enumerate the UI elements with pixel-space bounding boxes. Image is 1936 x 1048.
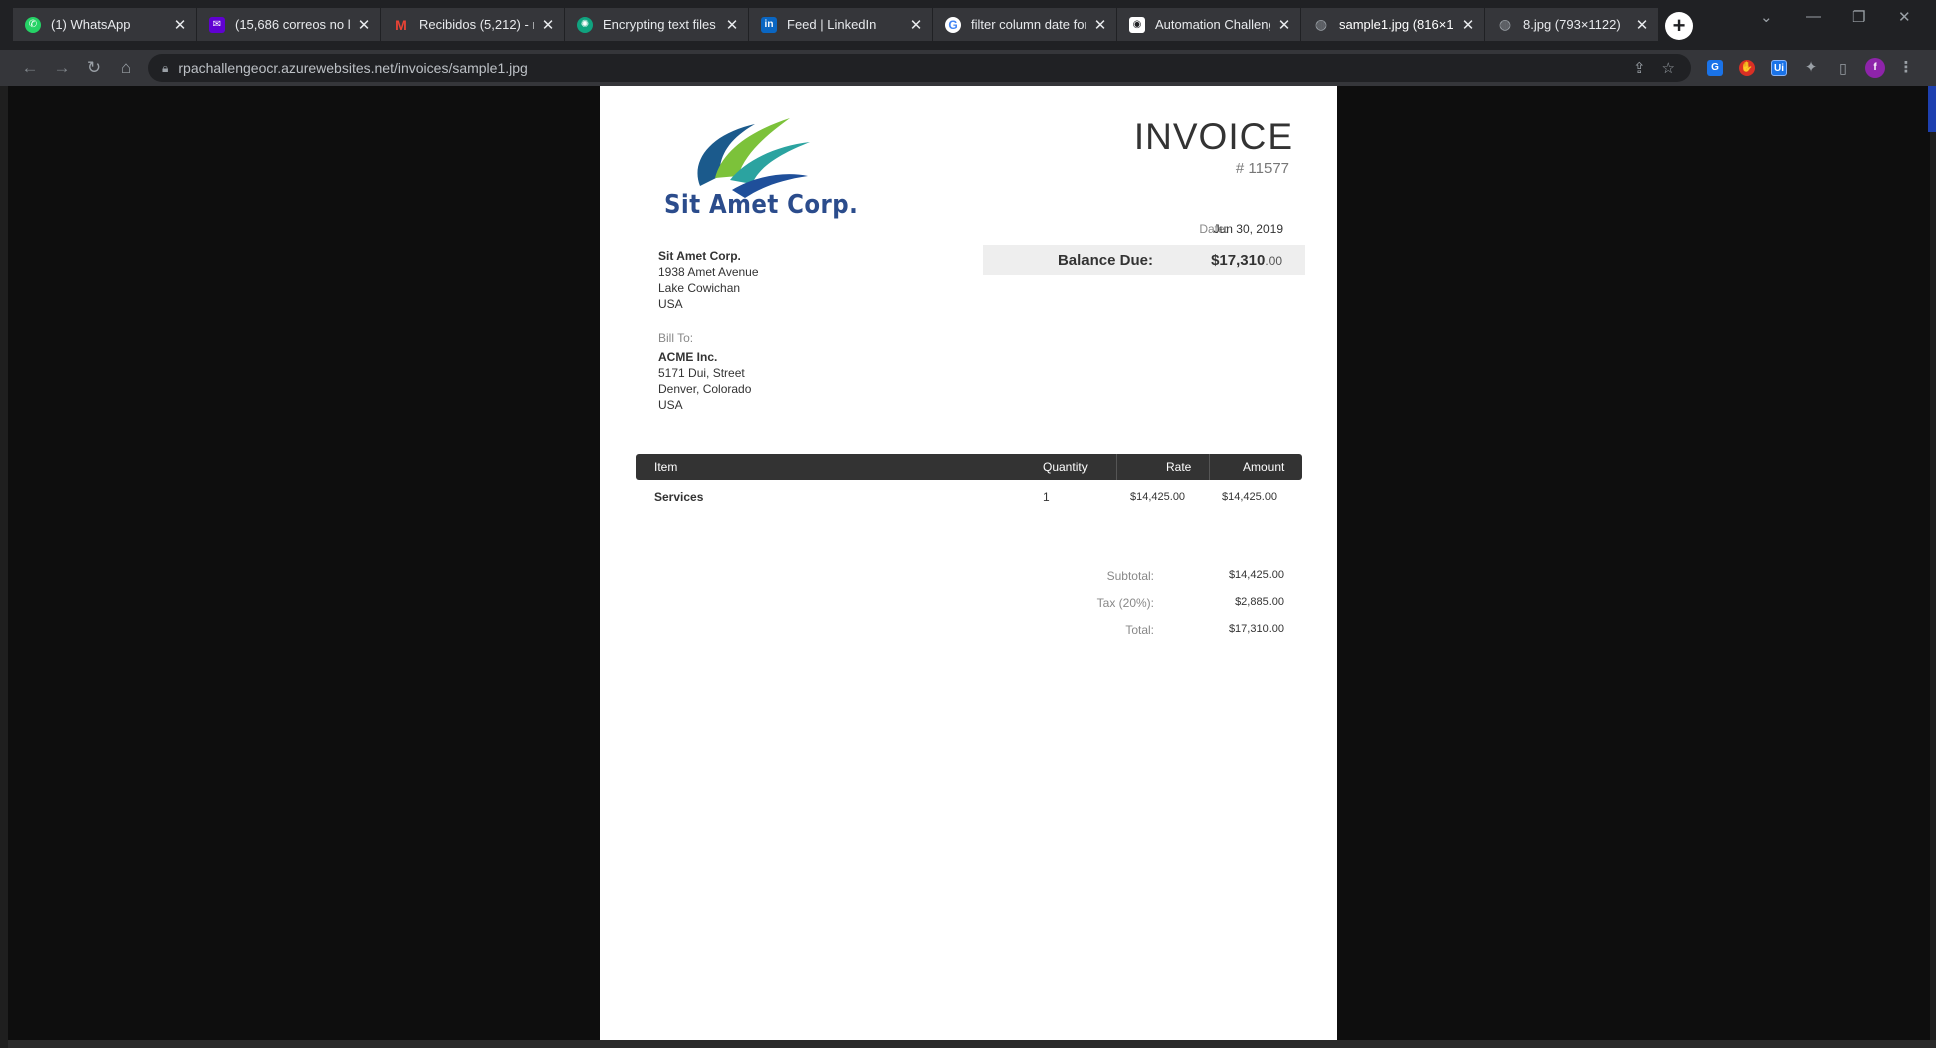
status-bar xyxy=(8,1040,1936,1048)
scrollbar-thumb[interactable] xyxy=(1928,86,1936,132)
balance-due-bar: Balance Due: $17,310.00 xyxy=(983,245,1305,275)
tab-title: Encrypting text files w xyxy=(603,17,718,32)
tab-linkedin[interactable]: in Feed | LinkedIn ✕ xyxy=(749,8,933,41)
header-item: Item xyxy=(654,460,678,474)
close-icon[interactable]: ✕ xyxy=(540,16,556,34)
subtotal-label: Subtotal: xyxy=(1106,569,1154,583)
invoice-number: # 11577 xyxy=(1235,160,1289,177)
tax-label: Tax (20%): xyxy=(1096,596,1154,610)
new-tab-button[interactable]: + xyxy=(1665,12,1693,40)
home-icon[interactable]: ⌂ xyxy=(114,56,138,80)
side-panel-icon[interactable]: ▯ xyxy=(1835,60,1851,76)
tab-title: (15,686 correos no le xyxy=(235,17,350,32)
balance-due-value: $17,310.00 xyxy=(1211,252,1282,269)
sender-line2: Lake Cowichan xyxy=(658,281,741,295)
header-quantity: Quantity xyxy=(1043,460,1088,474)
close-icon[interactable]: ✕ xyxy=(1460,16,1476,34)
row-item: Services xyxy=(654,490,704,504)
globe-icon: ◍ xyxy=(1314,16,1328,32)
tab-google-search[interactable]: G filter column date for ✕ xyxy=(933,8,1117,41)
tax-value: $2,885.00 xyxy=(1235,596,1284,608)
yahoo-mail-icon: ✉ xyxy=(209,16,225,33)
header-divider xyxy=(1209,454,1210,480)
tab-title: filter column date for xyxy=(971,17,1086,32)
tab-title: (1) WhatsApp xyxy=(51,17,131,32)
lock-icon[interactable]: 🔒︎ xyxy=(162,61,168,76)
tab-automation-challenge[interactable]: ◉ Automation Challeng ✕ xyxy=(1117,8,1301,41)
extensions-puzzle-icon[interactable]: ✦ xyxy=(1803,60,1819,76)
bookmark-star-icon[interactable]: ☆ xyxy=(1662,59,1675,77)
subtotal-value: $14,425.00 xyxy=(1228,569,1284,581)
logo-text: Sit Amet Corp. xyxy=(664,190,859,220)
uipath-extension-icon[interactable]: Ui xyxy=(1771,60,1787,76)
close-icon[interactable]: ✕ xyxy=(172,16,188,34)
close-icon[interactable]: ✕ xyxy=(1634,16,1650,34)
google-icon: G xyxy=(945,16,961,33)
invoice-title: INVOICE xyxy=(1133,116,1293,157)
bill-to-name: ACME Inc. xyxy=(658,350,718,364)
address-bar[interactable]: 🔒︎ rpachallengeocr.azurewebsites.net/inv… xyxy=(148,54,1691,82)
browser-toolbar: ← → ↻ ⌂ 🔒︎ rpachallengeocr.azurewebsites… xyxy=(0,50,1936,86)
invoice-image: Sit Amet Corp. INVOICE # 11577 Date: Jun… xyxy=(600,86,1337,1040)
tab-gmail[interactable]: M Recibidos (5,212) - m ✕ xyxy=(381,8,565,41)
more-menu-icon[interactable]: ⋮ xyxy=(1898,60,1914,76)
items-table-header: Item Quantity Rate Amount xyxy=(636,454,1302,480)
restore-icon[interactable]: ❐ xyxy=(1852,8,1865,26)
bill-to-line2: Denver, Colorado xyxy=(658,382,752,396)
tab-search-chevron-icon[interactable]: ⌄ xyxy=(1760,8,1773,26)
row-amount: $14,425.00 xyxy=(1222,491,1278,503)
close-icon[interactable]: ✕ xyxy=(1092,16,1108,34)
bill-to-label: Bill To: xyxy=(658,331,694,345)
whatsapp-icon: ✆ xyxy=(25,16,41,33)
tab-chatgpt[interactable]: ✺ Encrypting text files w ✕ xyxy=(565,8,749,41)
tab-title: Recibidos (5,212) - m xyxy=(419,17,534,32)
sender-address: Sit Amet Corp. 1938 Amet Avenue Lake Cow… xyxy=(658,248,759,312)
header-amount: Amount xyxy=(1243,460,1285,474)
globe-icon: ◍ xyxy=(1498,16,1512,32)
tab-whatsapp[interactable]: ✆ (1) WhatsApp ✕ xyxy=(13,8,197,41)
balance-due-label: Balance Due: xyxy=(1057,252,1153,269)
sender-name: Sit Amet Corp. xyxy=(658,249,741,263)
tab-strip: ✆ (1) WhatsApp ✕ ✉ (15,686 correos no le… xyxy=(0,0,1936,50)
header-rate: Rate xyxy=(1166,460,1192,474)
share-icon[interactable]: ⇪ xyxy=(1633,59,1646,77)
profile-avatar[interactable]: f xyxy=(1865,58,1885,78)
tab-title: sample1.jpg (816×10 xyxy=(1339,17,1454,32)
close-icon[interactable]: ✕ xyxy=(908,16,924,34)
robot-icon: ◉ xyxy=(1129,16,1145,33)
reload-icon[interactable]: ↻ xyxy=(82,56,106,80)
total-label: Total: xyxy=(1125,623,1154,637)
close-icon[interactable]: ✕ xyxy=(1276,16,1292,34)
close-icon[interactable]: ✕ xyxy=(724,16,740,34)
balance-due-amount: $17,310 xyxy=(1211,252,1266,269)
tab-title: Feed | LinkedIn xyxy=(787,17,877,32)
bill-to-address: ACME Inc. 5171 Dui, Street Denver, Color… xyxy=(658,349,751,413)
window-close-icon[interactable]: ✕ xyxy=(1898,8,1911,26)
balance-due-cents: .00 xyxy=(1265,254,1282,268)
tab-title: 8.jpg (793×1122) xyxy=(1523,17,1621,32)
total-value: $17,310.00 xyxy=(1228,623,1284,635)
linkedin-icon: in xyxy=(761,16,777,33)
bill-to-line1: 5171 Dui, Street xyxy=(658,366,745,380)
row-quantity: 1 xyxy=(1043,490,1050,504)
header-divider xyxy=(1116,454,1117,480)
tab-sample1-active[interactable]: ◍ sample1.jpg (816×10 ✕ xyxy=(1301,8,1485,41)
forward-arrow-icon[interactable]: → xyxy=(50,56,74,80)
url-text[interactable]: rpachallengeocr.azurewebsites.net/invoic… xyxy=(178,60,1633,76)
sender-line3: USA xyxy=(658,297,683,311)
tab-8jpg[interactable]: ◍ 8.jpg (793×1122) ✕ xyxy=(1485,8,1659,41)
row-rate: $14,425.00 xyxy=(1130,491,1186,503)
bill-to-line3: USA xyxy=(658,398,683,412)
chatgpt-icon: ✺ xyxy=(577,16,593,33)
adblock-extension-icon[interactable]: ✋ xyxy=(1739,60,1755,76)
gmail-icon: M xyxy=(395,16,407,33)
close-icon[interactable]: ✕ xyxy=(356,16,372,34)
tab-title: Automation Challeng xyxy=(1155,17,1270,32)
minimize-icon[interactable]: — xyxy=(1806,8,1821,25)
tab-yahoo-mail[interactable]: ✉ (15,686 correos no le ✕ xyxy=(197,8,381,41)
translate-extension-icon[interactable]: G xyxy=(1707,60,1723,76)
date-value: Jun 30, 2019 xyxy=(1213,222,1283,236)
sender-line1: 1938 Amet Avenue xyxy=(658,265,759,279)
back-arrow-icon[interactable]: ← xyxy=(18,56,42,80)
